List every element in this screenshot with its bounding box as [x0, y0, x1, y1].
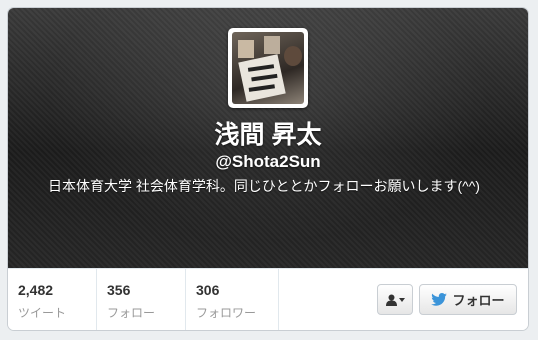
stat-tweets-value: 2,482	[18, 282, 54, 298]
profile-bio: 日本体育大学 社会体育学科。同じひととかフォローお願いします(^^)	[48, 178, 480, 194]
profile-handle[interactable]: @Shota2Sun	[8, 152, 528, 172]
twitter-bird-icon	[431, 293, 448, 306]
avatar-image	[232, 32, 304, 104]
person-icon	[385, 294, 397, 306]
stat-followers[interactable]: 306 フォロワー	[186, 269, 279, 330]
stat-followers-value: 306	[196, 282, 220, 298]
chevron-down-icon	[398, 297, 405, 302]
user-actions-button[interactable]	[377, 284, 413, 315]
stat-following-value: 356	[107, 282, 131, 298]
profile-header: 浅間 昇太 @Shota2Sun 日本体育大学 社会体育学科。同じひととかフォロ…	[8, 8, 528, 268]
follow-button[interactable]: フォロー	[419, 284, 517, 315]
stat-following-label: フォロー	[107, 306, 156, 320]
profile-name: 浅間 昇太	[214, 121, 322, 149]
follow-button-label: フォロー	[452, 293, 505, 308]
stat-tweets-label: ツイート	[18, 306, 67, 320]
stat-tweets[interactable]: 2,482 ツイート	[8, 269, 97, 330]
stat-following[interactable]: 356 フォロー	[97, 269, 186, 330]
stat-followers-label: フォロワー	[196, 306, 257, 320]
avatar[interactable]	[228, 28, 308, 108]
profile-card: 浅間 昇太 @Shota2Sun 日本体育大学 社会体育学科。同じひととかフォロ…	[8, 8, 528, 330]
profile-footer: 2,482 ツイート 356 フォロー 306 フォロワー フォロー	[8, 268, 528, 330]
